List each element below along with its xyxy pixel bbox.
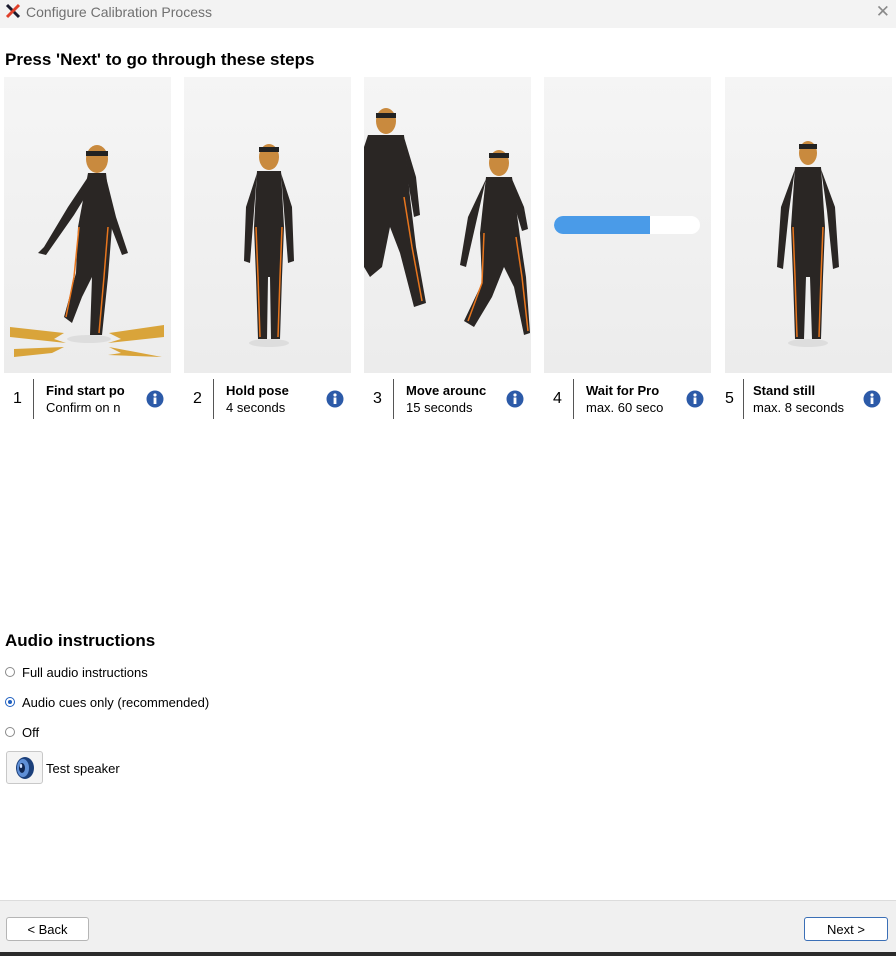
step-divider xyxy=(573,379,574,419)
step-number: 4 xyxy=(553,390,562,407)
progress-fill xyxy=(554,216,651,234)
info-icon[interactable] xyxy=(506,390,524,408)
step-title: Wait for Pro xyxy=(586,383,660,398)
step-text: Move arounc 15 seconds xyxy=(406,382,490,416)
step-title: Move arounc xyxy=(406,383,487,398)
footer-bar: < Back Next > xyxy=(0,900,896,953)
test-speaker-label: Test speaker xyxy=(46,761,120,776)
step-subtitle: max. 60 seco xyxy=(586,400,664,415)
step-subtitle: 4 seconds xyxy=(226,400,286,415)
info-icon[interactable] xyxy=(686,390,704,408)
next-button[interactable]: Next > xyxy=(804,917,888,941)
speaker-icon xyxy=(16,757,34,779)
audio-heading: Audio instructions xyxy=(5,631,156,650)
step-card-1: 1 Find start po Confirm on n xyxy=(4,77,171,422)
step-card-2: 2 Hold pose 4 seconds xyxy=(184,77,351,422)
step-text: Stand still max. 8 seconds xyxy=(753,382,853,416)
radio-label: Full audio instructions xyxy=(22,664,148,680)
step-divider xyxy=(743,379,744,419)
step-image-wait-processing xyxy=(544,77,711,373)
app-logo-icon xyxy=(5,3,21,19)
step-subtitle: max. 8 seconds xyxy=(753,400,845,415)
step-number: 2 xyxy=(193,390,202,407)
step-divider xyxy=(33,379,34,419)
radio-label: Audio cues only (recommended) xyxy=(22,694,210,710)
step-subtitle: 15 seconds xyxy=(406,400,473,415)
radio-button[interactable] xyxy=(5,697,15,707)
steps-heading: Press 'Next' to go through these steps xyxy=(5,50,315,69)
step-image-hold-pose xyxy=(184,77,351,373)
window-title: Configure Calibration Process xyxy=(26,4,212,20)
test-speaker-button[interactable] xyxy=(6,751,43,784)
step-number: 1 xyxy=(13,390,22,407)
radio-label: Off xyxy=(22,724,40,740)
info-icon[interactable] xyxy=(326,390,344,408)
back-button[interactable]: < Back xyxy=(6,917,89,941)
step-number: 3 xyxy=(373,390,382,407)
step-image-move-around xyxy=(364,77,531,373)
radio-button[interactable] xyxy=(5,727,15,737)
step-card-4: 4 Wait for Pro max. 60 seco xyxy=(544,77,711,422)
taskbar-strip xyxy=(0,952,896,956)
step-text: Hold pose 4 seconds xyxy=(226,382,310,416)
step-divider xyxy=(213,379,214,419)
step-title: Hold pose xyxy=(226,383,289,398)
step-title: Stand still xyxy=(753,383,816,398)
close-icon[interactable]: ✕ xyxy=(876,2,890,22)
radio-button[interactable] xyxy=(5,667,15,677)
radio-off[interactable]: Off xyxy=(5,723,39,741)
step-image-find-start xyxy=(4,77,171,373)
radio-full-audio[interactable]: Full audio instructions xyxy=(5,663,148,681)
info-icon[interactable] xyxy=(146,390,164,408)
step-number: 5 xyxy=(725,390,734,407)
step-title: Find start po xyxy=(46,383,125,398)
progress-bar xyxy=(554,216,700,234)
radio-audio-cues[interactable]: Audio cues only (recommended) xyxy=(5,693,209,711)
step-text: Wait for Pro max. 60 seco xyxy=(586,382,670,416)
step-card-5: 5 Stand still max. 8 seconds xyxy=(725,77,892,422)
step-image-stand-still xyxy=(725,77,892,373)
step-card-3: 3 Move arounc 15 seconds xyxy=(364,77,531,422)
title-bar: Configure Calibration Process ✕ xyxy=(0,0,896,28)
step-subtitle: Confirm on n xyxy=(46,400,121,415)
step-divider xyxy=(393,379,394,419)
step-text: Find start po Confirm on n xyxy=(46,382,130,416)
info-icon[interactable] xyxy=(863,390,881,408)
